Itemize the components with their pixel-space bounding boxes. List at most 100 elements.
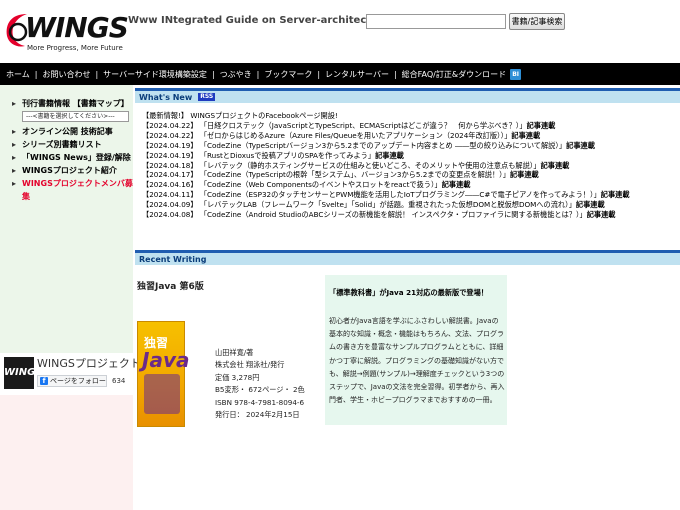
news-category: 記事連載 (511, 130, 541, 140)
news-link[interactable]: 「CodeZine（ESP32のタッチセンサーとPWM機能を活用したIoTプログ… (200, 190, 601, 199)
main-nav: ホーム | お問い合わせ | サーバーサイド環境構築設定 | つぶやき | ブックマーク… (0, 63, 680, 85)
book-title[interactable]: 独習Java 第6版 (137, 279, 204, 292)
nav-item-bookmarks[interactable]: ブックマーク | (264, 69, 325, 80)
whats-new-header: What's New RSS (135, 88, 680, 103)
news-date: 【2024.04.16】 (142, 180, 198, 190)
news-link[interactable]: 「日経クロステック（JavaScriptとTypeScript、ECMAScri… (200, 121, 527, 130)
nav-separator: | (211, 69, 215, 79)
news-link[interactable]: 「CodeZine（TypeScriptの根幹「型システム」、バージョン3から5… (200, 170, 510, 179)
book-price: 定価 3,278円 (215, 372, 260, 382)
rss-icon[interactable]: RSS (198, 93, 216, 101)
sidebar-item-member-recruit[interactable]: WINGSプロジェクトメンバ募集 (12, 177, 133, 203)
news-list: 【最新情報!】 WINGSプロジェクトのFacebookページ開設! 【2024.… (135, 111, 680, 220)
cover-text: Java (142, 348, 190, 372)
sidebar-item-project-intro[interactable]: WINGSプロジェクト紹介 (12, 164, 133, 177)
news-date: 【2024.04.11】 (142, 190, 198, 200)
news-link[interactable]: 「CodeZine（TypeScriptバージョン3から5.2までのアップデート… (200, 141, 566, 150)
sidebar-item-wings-news[interactable]: 「WINGS News」登録/解除 (12, 151, 133, 164)
nav-item-label[interactable]: お問い合わせ (42, 69, 90, 80)
follower-count: 634 (112, 377, 126, 385)
news-item: 【2024.04.22】 「日経クロステック（JavaScriptとTypeSc… (135, 121, 680, 131)
news-link[interactable]: 「ゼロからはじめるAzure（Azure Files/Queueを用いたアプリケ… (200, 131, 512, 140)
sidebar-item-book-info[interactable]: 刊行書籍情報 【書籍マップ】 (12, 97, 133, 110)
nav-separator: | (256, 69, 260, 79)
facebook-widget: WINGS WINGSプロジェクト f ページをフォロー 634 (0, 353, 141, 395)
nav-item-tweets[interactable]: つぶやき | (220, 69, 265, 80)
book-details: 山田祥寛/著 株式会社 翔泳社/発行 定価 3,278円 B5変形・ 672ペー… (215, 347, 305, 421)
logo-text: WINGS (25, 11, 129, 44)
sidebar-item-series-list[interactable]: シリーズ別書籍リスト (12, 138, 133, 151)
news-link[interactable]: 「レバテックLAB（フレームワーク「Svelte」「Solid」が話題。重視され… (200, 200, 576, 209)
sidebar-menu: 刊行書籍情報 【書籍マップ】 ---<書籍を選択してください>--- オンライン… (0, 85, 133, 203)
nav-item-server-setup[interactable]: サーバーサイド環境構築設定 | (103, 69, 219, 80)
news-item: 【2024.04.08】 「CodeZine（Android StudioのAB… (135, 210, 680, 220)
bi-icon[interactable]: BI (510, 68, 522, 80)
featured-book: 独習Java 第6版 独習 Java 山田祥寛/著 株式会社 翔泳社/発行 定価… (135, 269, 320, 429)
news-link[interactable]: 「CodeZine（Android StudioのABCシリーズの新機能を解説！… (200, 210, 587, 219)
site-title: Www INtegrated Guide on Server-architect… (128, 15, 398, 26)
news-link[interactable]: 「CodeZine（Web Componentsのイベントやスロットをreact… (200, 180, 442, 189)
news-category: 記事連載 (566, 140, 595, 150)
nav-item-rental-server[interactable]: レンタルサーバー | (325, 69, 402, 80)
search-input[interactable] (366, 14, 506, 29)
news-date: 【2024.04.19】 (142, 150, 198, 160)
facebook-follow-button[interactable]: f ページをフォロー (37, 375, 107, 387)
news-date: 【2024.04.19】 (142, 140, 198, 150)
left-sidebar: 刊行書籍情報 【書籍マップ】 ---<書籍を選択してください>--- オンライン… (0, 85, 141, 510)
news-item: 【2024.04.09】 「レバテックLAB（フレームワーク「Svelte」「S… (135, 200, 680, 210)
news-date: 【2024.04.18】 (142, 160, 198, 170)
nav-separator: | (393, 69, 397, 79)
news-category: 記事連載 (575, 200, 605, 210)
news-item: 【2024.04.18】 「レバテック（静的ホスティングサービスの仕組みと使いど… (135, 161, 680, 171)
nav-separator: | (95, 69, 99, 79)
book-promo: 「標準教科書」がJava 21対応の最新版で登場！ 初心者がJava言語を学ぶに… (325, 275, 507, 425)
nav-item-label[interactable]: サーバーサイド環境構築設定 (103, 69, 207, 80)
book-map-select[interactable]: ---<書籍を選択してください>--- (22, 111, 129, 122)
news-item: 【2024.04.19】 「CodeZine（TypeScriptバージョン3か… (135, 141, 680, 151)
facebook-page-avatar[interactable]: WINGS (4, 357, 43, 389)
nav-item-label[interactable]: ホーム (6, 69, 30, 80)
news-category: 記事連載 (375, 150, 404, 160)
book-format: B5変形・ 672ページ・ 2色 (215, 385, 305, 395)
book-author: 山田祥寛/著 (215, 348, 254, 357)
site-header: WINGS More Progress, More Future Www INt… (0, 0, 680, 62)
news-category: 記事連載 (540, 160, 570, 170)
news-category: 記事連載 (586, 210, 616, 220)
news-category: 記事連載 (441, 180, 471, 190)
nav-item-contact[interactable]: お問い合わせ | (42, 69, 103, 80)
news-category: 記事連載 (526, 120, 556, 130)
wings-logo[interactable]: WINGS More Progress, More Future (3, 8, 129, 56)
news-item: 【2024.04.11】 「CodeZine（ESP32のタッチセンサーとPWM… (135, 190, 680, 200)
logo-tagline: More Progress, More Future (27, 44, 123, 52)
news-category: 記事連載 (600, 190, 630, 200)
promo-headline: 「標準教科書」がJava 21対応の最新版で登場！ (329, 288, 488, 297)
nav-item-home[interactable]: ホーム | (6, 69, 42, 80)
nav-item-faq[interactable]: 総合FAQ/訂正&ダウンロード BI (402, 68, 522, 80)
news-item: 【最新情報!】 WINGSプロジェクトのFacebookページ開設! (135, 111, 680, 121)
search-button[interactable]: 書籍/記事検索 (509, 13, 565, 30)
nav-item-label[interactable]: 総合FAQ/訂正&ダウンロード (402, 69, 506, 80)
news-link[interactable]: WINGSプロジェクトのFacebookページ開設! (190, 111, 338, 120)
book-isbn: ISBN 978-4-7981-8094-6 (215, 397, 305, 407)
nav-item-label[interactable]: レンタルサーバー (325, 69, 389, 80)
follow-label: ページをフォロー (50, 377, 106, 385)
news-item: 【2024.04.16】 「CodeZine（Web Componentsのイベ… (135, 180, 680, 190)
book-release-date: 発行日： 2024年2月15日 (215, 410, 300, 420)
nav-separator: | (34, 69, 38, 79)
news-date: 【2024.04.09】 (142, 200, 198, 210)
cover-illustration (144, 374, 180, 414)
news-link[interactable]: 「レバテック（静的ホスティングサービスの仕組みと使いどころ、そのメリットや使用の… (200, 161, 541, 170)
news-item: 【2024.04.17】 「CodeZine（TypeScriptの根幹「型シス… (135, 170, 680, 180)
book-publisher: 株式会社 翔泳社/発行 (215, 360, 285, 370)
nav-item-label[interactable]: つぶやき (220, 69, 252, 80)
recent-writing-title: Recent Writing (139, 254, 207, 264)
nav-item-label[interactable]: ブックマーク (264, 69, 312, 80)
book-cover-image[interactable]: 独習 Java (137, 321, 189, 427)
sidebar-item-online-articles[interactable]: オンライン公開 技術記事 (12, 125, 133, 138)
news-category: 記事連載 (509, 170, 539, 180)
news-link[interactable]: 「RustとDioxusで投稿アプリのSPAを作ってみよう」 (200, 151, 375, 160)
facebook-page-name[interactable]: WINGSプロジェクト (37, 355, 141, 371)
news-item: 【2024.04.19】 「RustとDioxusで投稿アプリのSPAを作ってみ… (135, 151, 680, 161)
news-date: 【2024.04.22】 (142, 120, 198, 130)
sidebar-bottom-panel (0, 395, 133, 510)
